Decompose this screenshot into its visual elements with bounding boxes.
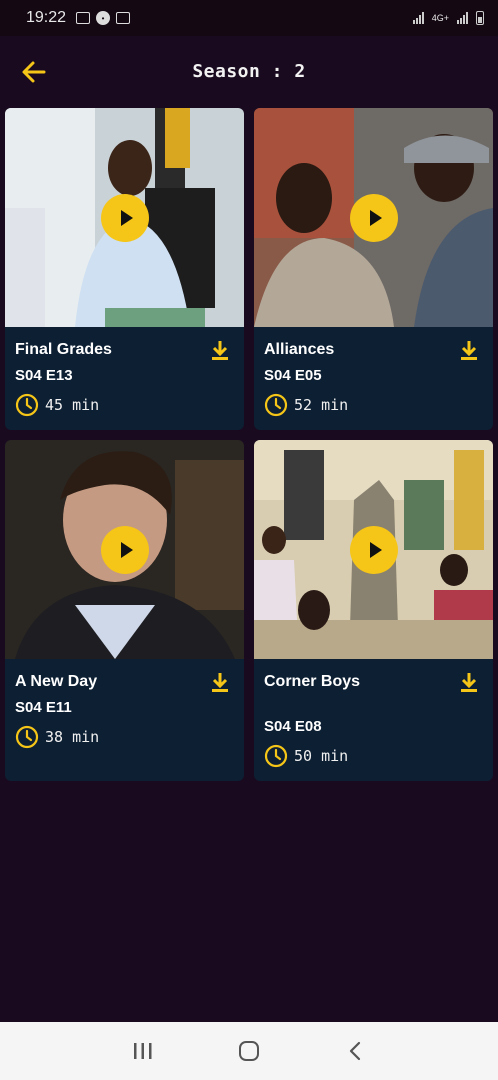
episode-duration: 38 min bbox=[45, 728, 100, 746]
battery-icon bbox=[476, 11, 484, 25]
episode-title: A New Day bbox=[15, 673, 98, 690]
episode-duration: 52 min bbox=[294, 396, 349, 414]
play-button[interactable] bbox=[100, 193, 149, 242]
episode-card[interactable]: Final Grades S04 E13 45 min bbox=[5, 108, 244, 430]
episode-thumbnail bbox=[254, 440, 493, 659]
chevron-left-icon bbox=[349, 1041, 361, 1061]
page-title: Season : 2 bbox=[192, 60, 306, 82]
recent-apps-icon bbox=[134, 1043, 152, 1059]
episode-duration: 50 min bbox=[294, 747, 349, 765]
episode-thumbnail bbox=[5, 440, 244, 659]
episode-code: S04 E13 bbox=[15, 367, 73, 384]
status-time: 19:22 bbox=[26, 9, 67, 26]
back-arrow-icon[interactable] bbox=[20, 58, 48, 86]
episode-grid: Final Grades S04 E13 45 min Alliances S0… bbox=[5, 108, 493, 781]
network-type: 4G+ bbox=[431, 13, 449, 23]
episode-title: Corner Boys bbox=[264, 673, 361, 690]
clock-icon bbox=[15, 725, 39, 749]
episode-title: Final Grades bbox=[15, 341, 112, 358]
episode-thumbnail bbox=[5, 108, 244, 327]
download-icon[interactable] bbox=[210, 339, 230, 361]
clock-icon bbox=[264, 393, 288, 417]
episode-code: S04 E08 bbox=[264, 718, 322, 735]
episode-duration: 45 min bbox=[45, 396, 100, 414]
signal-icon bbox=[412, 12, 424, 24]
wifi-notification-icon bbox=[116, 12, 131, 24]
episode-card[interactable]: A New Day S04 E11 38 min bbox=[5, 440, 244, 781]
clock-icon bbox=[15, 393, 39, 417]
play-button[interactable] bbox=[349, 193, 398, 242]
episode-thumbnail bbox=[254, 108, 493, 327]
recent-apps-button[interactable] bbox=[128, 1036, 158, 1066]
notification-badge-icon: • bbox=[96, 11, 111, 25]
download-icon[interactable] bbox=[459, 671, 479, 693]
clock-icon bbox=[264, 744, 288, 768]
episode-code: S04 E11 bbox=[15, 699, 72, 716]
home-icon bbox=[239, 1041, 259, 1061]
episode-card[interactable]: Corner Boys S04 E08 50 min bbox=[254, 440, 493, 781]
episode-card[interactable]: Alliances S04 E05 52 min bbox=[254, 108, 493, 430]
play-button[interactable] bbox=[349, 525, 398, 574]
gallery-notification-icon bbox=[76, 12, 91, 24]
episode-title: Alliances bbox=[264, 341, 335, 358]
system-nav-bar bbox=[0, 1022, 498, 1080]
download-icon[interactable] bbox=[210, 671, 230, 693]
signal-icon-2 bbox=[457, 12, 468, 24]
status-bar: 19:22 • 4G+ bbox=[0, 0, 498, 36]
download-icon[interactable] bbox=[459, 339, 479, 361]
episode-code: S04 E05 bbox=[264, 367, 322, 384]
play-button[interactable] bbox=[100, 525, 149, 574]
home-button[interactable] bbox=[234, 1036, 264, 1066]
back-button[interactable] bbox=[340, 1036, 370, 1066]
header: Season : 2 bbox=[0, 36, 498, 106]
